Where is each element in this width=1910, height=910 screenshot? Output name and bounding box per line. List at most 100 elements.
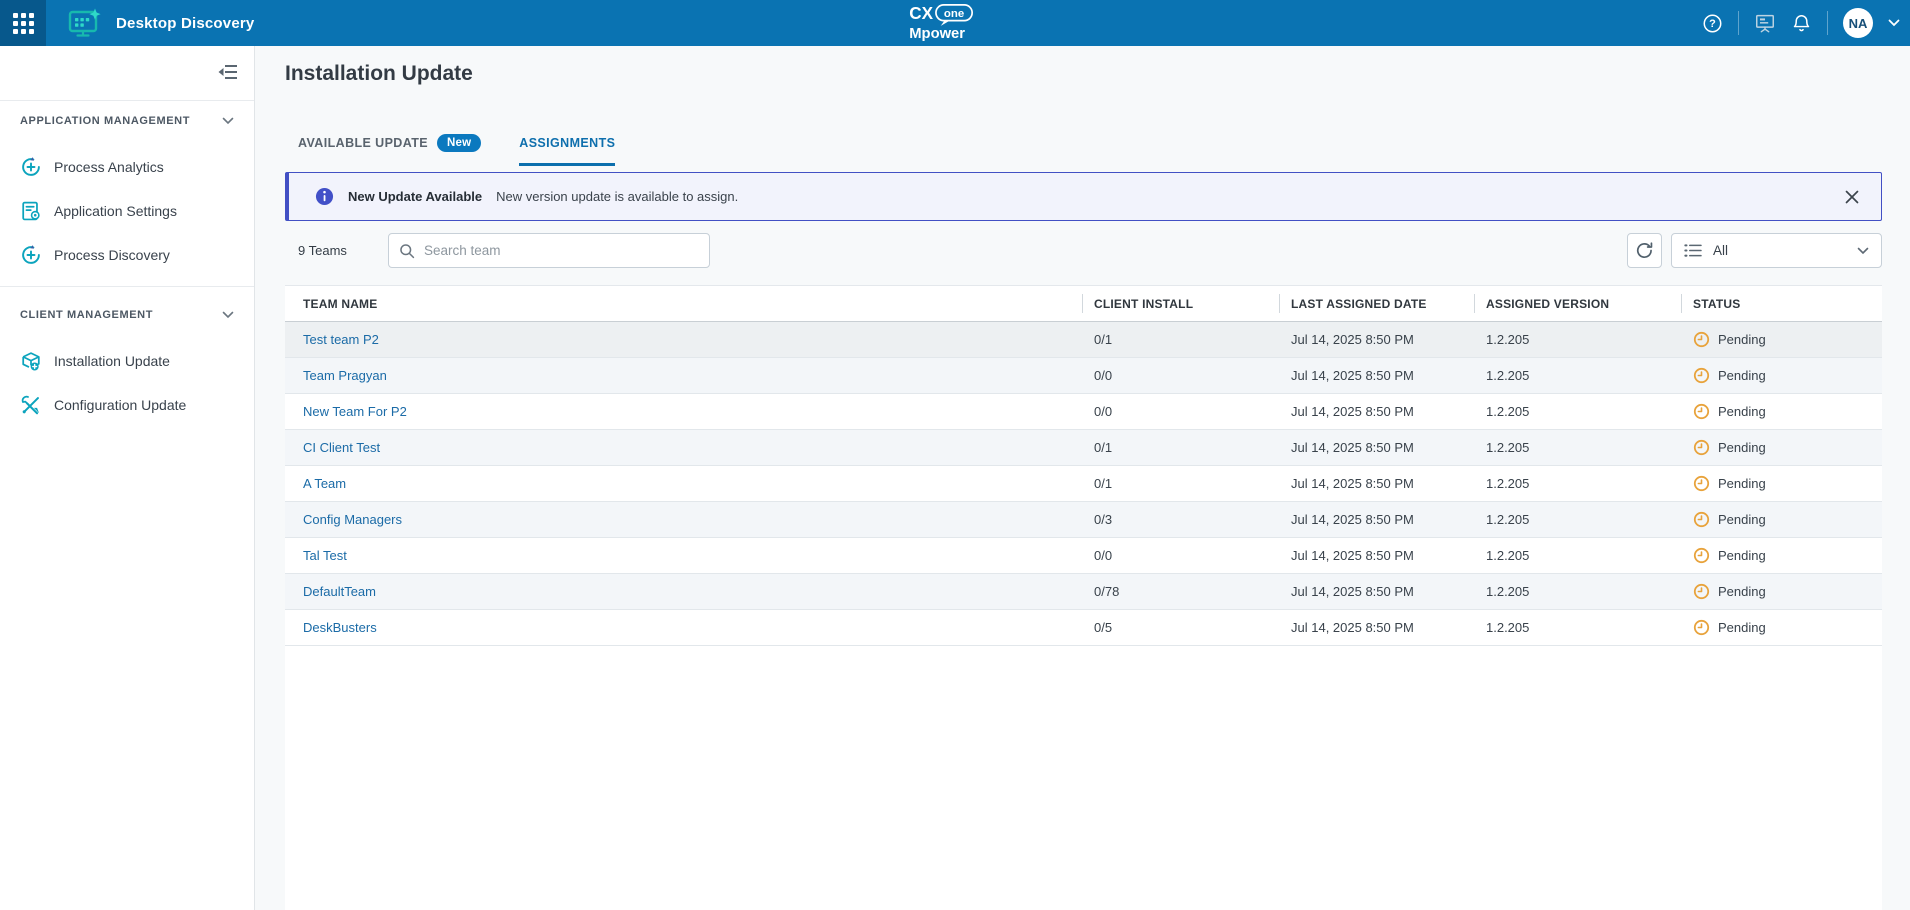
pending-clock-icon: [1693, 403, 1710, 420]
assigned-version-cell: 1.2.205: [1474, 548, 1681, 563]
sidebar-section-header-application-management[interactable]: APPLICATION MANAGEMENT: [0, 103, 254, 139]
team-link[interactable]: Test team P2: [303, 332, 379, 347]
team-name-cell: A Team: [285, 476, 1082, 491]
team-link[interactable]: A Team: [303, 476, 346, 491]
sidebar-section-client-management: CLIENT MANAGEMENT Installation Update Co…: [0, 287, 254, 427]
client-install-cell: 0/0: [1082, 548, 1279, 563]
table-row[interactable]: A Team 0/1 Jul 14, 2025 8:50 PM 1.2.205 …: [285, 466, 1882, 502]
last-assigned-date-cell: Jul 14, 2025 8:50 PM: [1279, 620, 1474, 635]
new-badge: New: [437, 134, 481, 152]
help-icon[interactable]: ?: [1702, 13, 1723, 34]
user-menu-chevron-icon[interactable]: [1888, 19, 1900, 27]
dropdown-chevron-icon: [1857, 247, 1869, 255]
refresh-button[interactable]: [1627, 233, 1662, 268]
process-discovery-icon: [20, 244, 42, 266]
main-content: Installation Update AVAILABLE UPDATE New…: [255, 46, 1910, 910]
client-install-cell: 0/1: [1082, 476, 1279, 491]
column-header-team-name: TEAM NAME: [285, 286, 1082, 321]
refresh-icon: [1635, 241, 1654, 260]
status-cell: Pending: [1681, 367, 1882, 384]
sidebar-item-configuration-update[interactable]: Configuration Update: [0, 383, 254, 427]
column-header-client-install: CLIENT INSTALL: [1082, 286, 1279, 321]
user-avatar[interactable]: NA: [1843, 8, 1873, 38]
status-label: Pending: [1718, 512, 1766, 527]
pending-clock-icon: [1693, 547, 1710, 564]
pending-clock-icon: [1693, 583, 1710, 600]
status-cell: Pending: [1681, 439, 1882, 456]
assigned-version-cell: 1.2.205: [1474, 440, 1681, 455]
table-row[interactable]: DefaultTeam 0/78 Jul 14, 2025 8:50 PM 1.…: [285, 574, 1882, 610]
desktop-discovery-app-icon: [68, 8, 102, 38]
status-label: Pending: [1718, 476, 1766, 491]
team-link[interactable]: Team Pragyan: [303, 368, 387, 383]
table-row[interactable]: Tal Test 0/0 Jul 14, 2025 8:50 PM 1.2.20…: [285, 538, 1882, 574]
team-name-cell: New Team For P2: [285, 404, 1082, 419]
client-install-cell: 0/1: [1082, 440, 1279, 455]
table-row[interactable]: CI Client Test 0/1 Jul 14, 2025 8:50 PM …: [285, 430, 1882, 466]
last-assigned-date-cell: Jul 14, 2025 8:50 PM: [1279, 332, 1474, 347]
list-filter-icon: [1684, 243, 1703, 258]
team-link[interactable]: DeskBusters: [303, 620, 377, 635]
team-link[interactable]: CI Client Test: [303, 440, 380, 455]
status-label: Pending: [1718, 440, 1766, 455]
assigned-version-cell: 1.2.205: [1474, 404, 1681, 419]
column-header-assigned-version: ASSIGNED VERSION: [1474, 286, 1681, 321]
teams-count: 9 Teams: [298, 233, 347, 268]
process-analytics-icon: [20, 156, 42, 178]
tab-available-update[interactable]: AVAILABLE UPDATE New: [298, 134, 481, 166]
announcements-icon[interactable]: [1754, 12, 1776, 34]
sidebar-item-process-discovery[interactable]: Process Discovery: [0, 233, 254, 277]
sidebar-item-label: Process Analytics: [54, 159, 164, 175]
last-assigned-date-cell: Jul 14, 2025 8:50 PM: [1279, 512, 1474, 527]
client-install-cell: 0/5: [1082, 620, 1279, 635]
status-cell: Pending: [1681, 583, 1882, 600]
sidebar-item-label: Application Settings: [54, 203, 177, 219]
status-cell: Pending: [1681, 403, 1882, 420]
team-name-cell: CI Client Test: [285, 440, 1082, 455]
section-label: APPLICATION MANAGEMENT: [20, 115, 222, 127]
status-cell: Pending: [1681, 331, 1882, 348]
table-row[interactable]: Team Pragyan 0/0 Jul 14, 2025 8:50 PM 1.…: [285, 358, 1882, 394]
status-label: Pending: [1718, 584, 1766, 599]
tab-assignments[interactable]: ASSIGNMENTS: [519, 134, 615, 166]
team-name-cell: Team Pragyan: [285, 368, 1082, 383]
table-row[interactable]: DeskBusters 0/5 Jul 14, 2025 8:50 PM 1.2…: [285, 610, 1882, 646]
sidebar-item-label: Configuration Update: [54, 397, 186, 413]
table-row[interactable]: Test team P2 0/1 Jul 14, 2025 8:50 PM 1.…: [285, 322, 1882, 358]
sidebar: APPLICATION MANAGEMENT Process Analytics…: [0, 46, 255, 910]
status-label: Pending: [1718, 548, 1766, 563]
team-link[interactable]: DefaultTeam: [303, 584, 376, 599]
team-link[interactable]: Tal Test: [303, 548, 347, 563]
search-icon: [399, 243, 415, 259]
pending-clock-icon: [1693, 331, 1710, 348]
status-label: Pending: [1718, 620, 1766, 635]
search-team-input[interactable]: [424, 243, 699, 258]
client-install-cell: 0/0: [1082, 368, 1279, 383]
table-row[interactable]: Config Managers 0/3 Jul 14, 2025 8:50 PM…: [285, 502, 1882, 538]
app-brand: Desktop Discovery: [68, 8, 254, 38]
banner-close-icon[interactable]: [1841, 186, 1863, 208]
status-filter-dropdown[interactable]: All: [1671, 233, 1882, 268]
pending-clock-icon: [1693, 619, 1710, 636]
sidebar-item-application-settings[interactable]: Application Settings: [0, 189, 254, 233]
team-link[interactable]: New Team For P2: [303, 404, 407, 419]
team-name-cell: Test team P2: [285, 332, 1082, 347]
status-label: Pending: [1718, 404, 1766, 419]
sidebar-section-header-client-management[interactable]: CLIENT MANAGEMENT: [0, 297, 254, 333]
tab-available-update-label: AVAILABLE UPDATE: [298, 136, 428, 150]
column-header-status: STATUS: [1681, 286, 1882, 321]
pending-clock-icon: [1693, 475, 1710, 492]
pending-clock-icon: [1693, 439, 1710, 456]
sidebar-item-process-analytics[interactable]: Process Analytics: [0, 145, 254, 189]
app-launcher-button[interactable]: [0, 0, 46, 46]
app-title: Desktop Discovery: [116, 15, 254, 32]
sidebar-item-installation-update[interactable]: Installation Update: [0, 339, 254, 383]
table-row[interactable]: New Team For P2 0/0 Jul 14, 2025 8:50 PM…: [285, 394, 1882, 430]
logo-one-text: one: [944, 8, 964, 20]
sidebar-collapse-icon[interactable]: [217, 64, 238, 85]
configuration-update-icon: [20, 394, 42, 416]
table-body: Test team P2 0/1 Jul 14, 2025 8:50 PM 1.…: [285, 322, 1882, 646]
top-bar-actions: ? NA: [1702, 0, 1900, 46]
team-link[interactable]: Config Managers: [303, 512, 402, 527]
notifications-bell-icon[interactable]: [1791, 13, 1812, 34]
